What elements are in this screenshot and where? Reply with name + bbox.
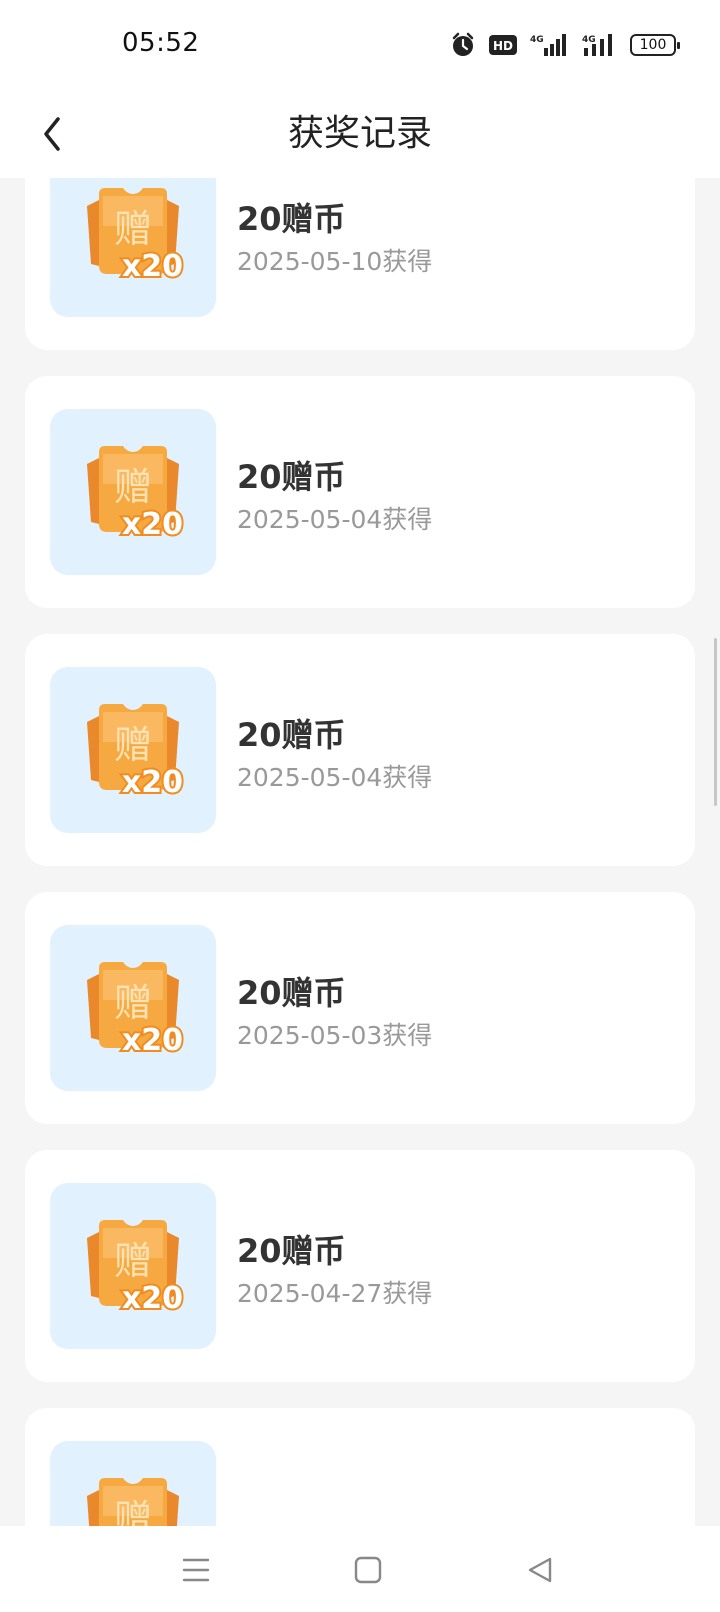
prize-thumbnail: 赠x20 [50, 409, 216, 575]
record-card[interactable]: 赠 x20 20赠币 2025-05-04获得 [25, 376, 695, 608]
prize-glyph: 赠 [114, 1239, 152, 1283]
record-list-inner: 赠 x20 20赠币 2025-05-10获得赠 x20 20赠币 2025-05-04获得… [25, 178, 695, 1526]
record-card[interactable]: 赠 x20 20赠币 2025-05-04获得 [25, 634, 695, 866]
svg-text:4G: 4G [582, 35, 596, 45]
coin-ticket-icon: 赠x20 [87, 1220, 185, 1314]
coin-ticket-icon: 赠x20 [87, 188, 185, 282]
prize-thumbnail: 赠x20 [50, 1183, 216, 1349]
record-card[interactable]: 赠 x20 20赠币 2025-05-10获得 [25, 178, 695, 350]
status-icons: HD 4G 4G 100 [450, 30, 680, 60]
coin-ticket-icon: 赠x20 [87, 704, 185, 798]
prize-date: 2025-05-04获得 [237, 505, 433, 534]
prize-name: 20赠币 [237, 974, 346, 1012]
prize-multiplier: x20 [122, 1023, 183, 1056]
prize-date: 2025-05-10获得 [237, 247, 433, 276]
signal-4g-icon: 4G [582, 32, 618, 58]
signal-4g-icon: 4G [530, 32, 570, 58]
scrollbar[interactable] [714, 638, 717, 806]
prize-multiplier: x20 [122, 249, 183, 282]
prize-date: 2025-05-03获得 [237, 1021, 433, 1050]
menu-icon [182, 1558, 210, 1582]
coin-ticket-icon: 赠x20 [87, 962, 185, 1056]
status-bar: 05:52 HD 4G 4G 100 [0, 0, 720, 90]
prize-thumbnail: 赠x20 [50, 667, 216, 833]
prize-name: 20赠币 [237, 458, 346, 496]
prize-multiplier: x20 [122, 507, 183, 540]
prize-date: 2025-05-04获得 [237, 763, 433, 792]
records-list[interactable]: 赠 x20 20赠币 2025-05-10获得赠 x20 20赠币 2025-05-04获得… [0, 178, 720, 1526]
svg-text:4G: 4G [530, 35, 544, 45]
prize-name: 20赠币 [237, 200, 346, 238]
prize-glyph: 赠 [114, 207, 152, 251]
back-nav-button[interactable] [516, 1546, 564, 1594]
prize-multiplier: x20 [122, 765, 183, 798]
prize-glyph: 赠 [114, 465, 152, 509]
prize-name: 20赠币 [237, 1232, 346, 1270]
prize-thumbnail: 赠x20 [50, 1441, 216, 1526]
prize-thumbnail: 赠x20 [50, 925, 216, 1091]
prize-date: 2025-04-27获得 [237, 1279, 433, 1308]
hd-icon: HD [488, 34, 518, 56]
page-title: 获奖记录 [287, 113, 432, 154]
home-button[interactable] [344, 1546, 392, 1594]
prize-multiplier: x20 [122, 1281, 183, 1314]
battery-icon: 100 [630, 34, 680, 56]
record-card[interactable]: 赠x20 [25, 1408, 695, 1526]
record-card[interactable]: 赠 x20 20赠币 2025-05-03获得 [25, 892, 695, 1124]
header: 获奖记录 [0, 90, 720, 178]
alarm-icon [450, 32, 476, 58]
coin-ticket-icon: 赠x20 [87, 446, 185, 540]
status-time: 05:52 [122, 28, 200, 58]
svg-text:HD: HD [493, 39, 513, 53]
home-icon [354, 1556, 382, 1584]
menu-button[interactable] [172, 1546, 220, 1594]
prize-glyph: 赠 [114, 1497, 152, 1526]
prize-glyph: 赠 [114, 981, 152, 1025]
back-triangle-icon [528, 1557, 552, 1583]
coin-ticket-icon: 赠x20 [87, 1478, 179, 1526]
nav-bar [0, 1526, 720, 1612]
prize-name: 20赠币 [237, 716, 346, 754]
prize-thumbnail: 赠x20 [50, 178, 216, 317]
prize-glyph: 赠 [114, 723, 152, 767]
record-card[interactable]: 赠 x20 20赠币 2025-04-27获得 [25, 1150, 695, 1382]
